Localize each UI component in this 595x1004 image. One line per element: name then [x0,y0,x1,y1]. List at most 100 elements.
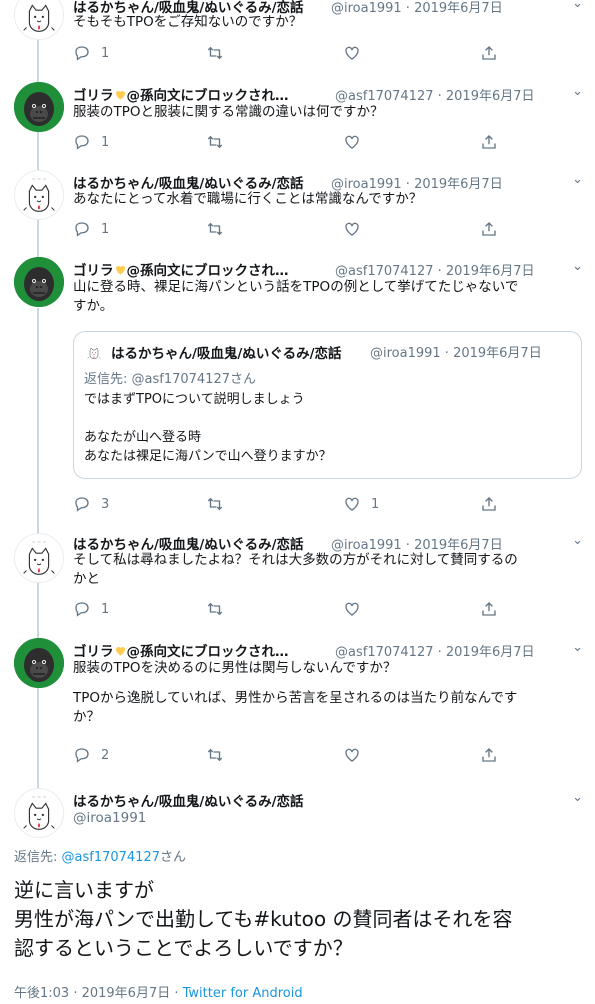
share-icon [480,746,498,764]
retweet-icon [206,220,224,238]
main-text-line: 認するということでよろしいですか？ [14,936,353,960]
like-button[interactable] [343,132,361,152]
user-name[interactable]: ゴリラ @孫向文にブロックされ… [73,644,289,660]
quoted-user-name: はるかちゃん/吸血鬼/ぬいぐるみ/恋話 [111,346,342,362]
tweet-text: 山に登る時、裸足に海パンという話をTPOの例として挙げてたじゃないで すか。 [73,278,571,316]
quoted-tweet[interactable]: はるかちゃん/吸血鬼/ぬいぐるみ/恋話 @iroa1991 · 2019年6月7… [73,331,582,479]
tweet[interactable]: はるかちゃん/吸血鬼/ぬいぐるみ/恋話 @iroa1991 · 2019年6月7… [0,0,595,70]
like-button[interactable] [343,219,361,239]
share-icon [480,600,498,618]
share-button[interactable] [480,599,498,619]
quoted-text-line: あなたが山へ登る時 [84,430,202,445]
reply-button[interactable]: 1 [73,132,109,152]
main-text-line: 逆に言いますが [14,878,154,902]
retweet-button[interactable] [206,132,224,152]
user-name[interactable]: ゴリラ @孫向文にブロックされ… [73,88,289,104]
retweet-button[interactable] [206,745,224,765]
avatar-image [14,638,64,688]
share-icon [480,133,498,151]
share-button[interactable] [480,132,498,152]
quoted-reply-to: 返信先: @asf17074127さん [84,372,256,387]
retweet-icon [206,133,224,151]
retweet-button[interactable] [206,43,224,63]
avatar[interactable] [14,82,64,132]
quoted-text-line: あなたは裸足に海パンで山へ登りますか？ [84,449,332,464]
avatar-image [14,82,64,132]
chevron-down-icon[interactable]: ⌄ [572,259,583,274]
tweet-text-line: 山に登る時、裸足に海パンという話をTPOの例として挙げてたじゃないで [73,279,519,295]
share-button[interactable] [480,43,498,63]
chevron-down-icon[interactable]: ⌄ [572,533,583,548]
tweet-text: 服装のTPOを決めるのに男性は関与しないんですか？ TPOから逸脱していれば、男… [73,659,571,727]
retweet-icon [206,600,224,618]
user-name[interactable]: ゴリラ @孫向文にブロックされ… [73,263,289,279]
share-icon [480,44,498,62]
reply-icon [73,44,91,62]
reply-button[interactable]: 1 [73,43,109,63]
chevron-down-icon[interactable]: ⌄ [572,172,583,187]
user-handle[interactable]: @iroa1991 [73,810,146,826]
reply-button[interactable]: 3 [73,494,109,514]
reply-count: 2 [101,747,110,763]
tweet[interactable]: ゴリラ @孫向文にブロックされ… @asf17074127 · 2019年6月7日… [0,257,595,522]
reply-icon [73,133,91,151]
avatar-image [15,171,63,219]
reply-button[interactable]: 1 [73,599,109,619]
retweet-button[interactable] [206,219,224,239]
avatar[interactable] [14,788,64,838]
like-button[interactable] [343,599,361,619]
tweet[interactable]: はるかちゃん/吸血鬼/ぬいぐるみ/恋話 @iroa1991 · 2019年6月7… [0,170,595,250]
retweet-button[interactable] [206,494,224,514]
timestamp[interactable]: 午後1:03 · 2019年6月7日 · [14,986,183,1001]
user-handle[interactable]: @asf17074127 · 2019年6月7日 [335,260,535,279]
quoted-avatar [84,342,104,362]
chevron-down-icon[interactable]: ⌄ [572,790,583,805]
source-link[interactable]: Twitter for Android [183,986,303,1001]
chevron-down-icon[interactable]: ⌄ [572,84,583,99]
user-handle[interactable]: @asf17074127 · 2019年6月7日 [335,641,535,660]
quoted-text-line: ではまずTPOについて説明しましょう [84,392,305,407]
tweet-meta: 午後1:03 · 2019年6月7日 · Twitter for Android [14,982,303,1001]
tweet-text-line: 服装のTPOを決めるのに男性は関与しないんですか？ [73,660,397,676]
tweet-text-line: そして私は尋ねましたよね？それは大多数の方がそれに対して賛同するの [73,552,518,568]
like-icon [343,495,361,513]
like-button[interactable]: 1 [343,494,379,514]
mention-link[interactable]: @asf17074127 [62,850,160,865]
reply-count: 1 [101,45,110,61]
avatar[interactable] [14,0,64,40]
like-icon [343,44,361,62]
tweet[interactable]: はるかちゃん/吸血鬼/ぬいぐるみ/恋話 @iroa1991 · 2019年6月7… [0,533,595,628]
yellow-heart-icon [114,89,127,101]
avatar[interactable] [14,533,64,583]
tweet-text: そして私は尋ねましたよね？それは大多数の方がそれに対して賛同するの かと [73,551,571,589]
share-button[interactable] [480,494,498,514]
like-button[interactable] [343,43,361,63]
retweet-button[interactable] [206,599,224,619]
reply-count: 1 [101,221,110,237]
reply-icon [73,600,91,618]
retweet-icon [206,746,224,764]
avatar[interactable] [14,638,64,688]
tweet[interactable]: ゴリラ @孫向文にブロックされ… @asf17074127 · 2019年6月7日… [0,82,595,162]
main-tweet-text: 逆に言いますが 男性が海パンで出勤しても#kutoo の賛同者はそれを容 認する… [14,876,584,963]
quoted-text: ではまずTPOについて説明しましょう あなたが山へ登る時 あなたは裸足に海パンで… [84,390,332,466]
tweet-text: あなたにとって水着で職場に行くことは常識なんですか？ [73,191,423,207]
reply-button[interactable]: 2 [73,745,109,765]
avatar-image [15,0,63,39]
reply-button[interactable]: 1 [73,219,109,239]
reply-icon [73,220,91,238]
like-button[interactable] [343,745,361,765]
tweet-text-line: すか。 [73,298,114,314]
chevron-down-icon[interactable]: ⌄ [572,0,583,11]
share-button[interactable] [480,745,498,765]
user-name[interactable]: はるかちゃん/吸血鬼/ぬいぐるみ/恋話 [73,794,304,810]
avatar[interactable] [14,170,64,220]
tweet[interactable]: ゴリラ @孫向文にブロックされ… @asf17074127 · 2019年6月7日… [0,638,595,768]
user-handle[interactable]: @asf17074127 · 2019年6月7日 [335,85,535,104]
like-icon [343,133,361,151]
share-button[interactable] [480,219,498,239]
retweet-icon [206,495,224,513]
avatar[interactable] [14,257,64,307]
hashtag-link[interactable]: #kutoo [253,907,326,931]
chevron-down-icon[interactable]: ⌄ [572,640,583,655]
